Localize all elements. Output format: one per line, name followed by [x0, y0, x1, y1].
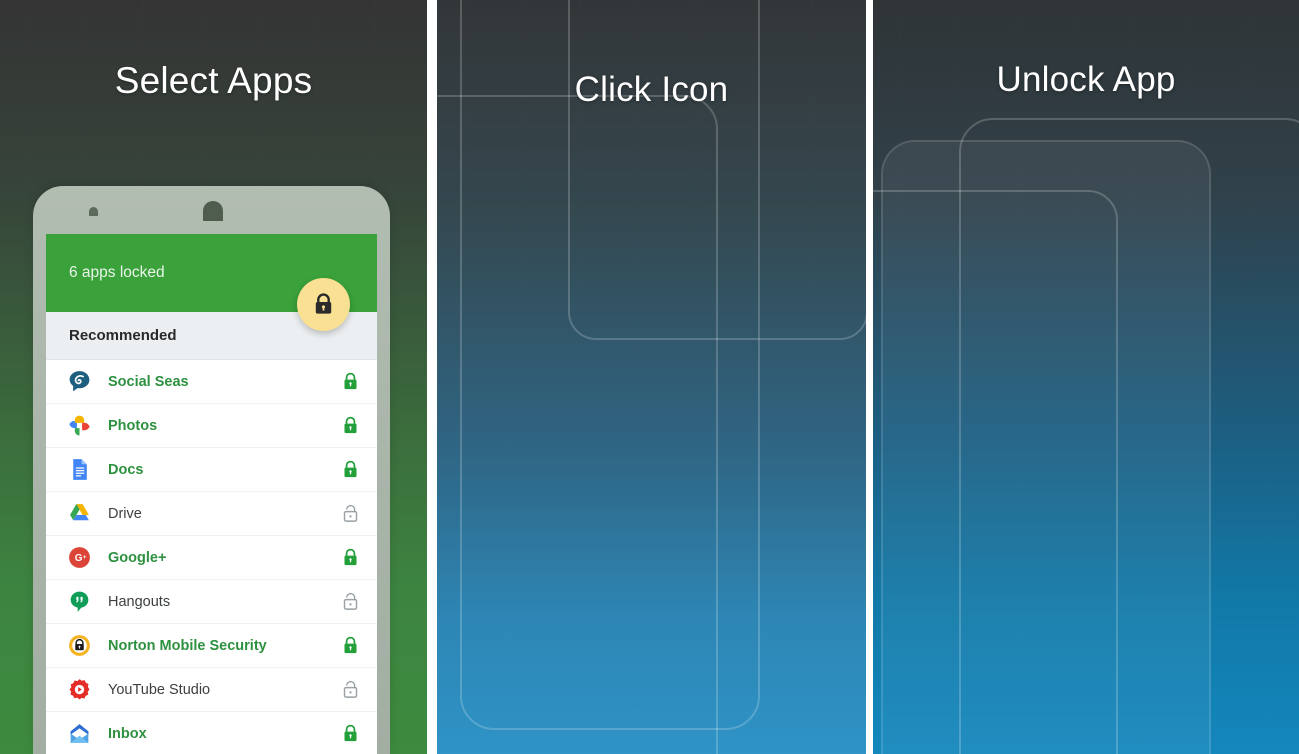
panel-click-headline: Click Icon: [574, 70, 729, 109]
svg-text:G: G: [75, 553, 83, 564]
panel-gap-2: [866, 0, 873, 754]
google-plus-icon: G +: [67, 545, 92, 570]
three-panel-promo: Select Apps 6 apps locked Recommended So…: [0, 0, 1299, 754]
section-header-label: Recommended: [69, 327, 177, 344]
google-drive-icon: [70, 504, 89, 521]
social-seas-icon: [67, 369, 92, 394]
social-seas-icon: [69, 371, 90, 392]
app-lock-toggle[interactable]: [340, 591, 360, 613]
inbox-icon: [70, 724, 89, 743]
lock-fab-button[interactable]: [297, 278, 350, 331]
app-lock-toggle[interactable]: [340, 415, 360, 437]
google-drive-icon: [67, 501, 92, 526]
lock-closed-icon: [343, 636, 357, 654]
app-name-label: Docs: [108, 461, 144, 478]
hangouts-icon: [67, 589, 92, 614]
panel-select-apps: Select Apps 6 apps locked Recommended So…: [0, 0, 427, 754]
lock-open-icon: [343, 680, 357, 698]
panel-unlock-headline: Unlock App: [996, 60, 1176, 99]
app-name-label: Google+: [108, 549, 167, 566]
app-list-row[interactable]: Social Seas: [46, 360, 377, 404]
inbox-icon: [67, 721, 92, 746]
app-name-label: Photos: [108, 417, 158, 434]
panel-gap-1: [427, 0, 437, 754]
google-docs-icon: [73, 459, 87, 480]
app-list-row[interactable]: Norton Mobile Security: [46, 624, 377, 668]
ghost-phone-outline-center: [568, 0, 866, 340]
ghost-phone-outline-back: [873, 190, 1118, 754]
lock-closed-icon: [343, 724, 357, 742]
app-name-label: Inbox: [108, 725, 147, 742]
google-plus-icon: G +: [69, 547, 90, 568]
youtube-studio-icon: [69, 679, 90, 700]
app-name-label: Norton Mobile Security: [108, 637, 267, 654]
google-photos-icon: [67, 413, 92, 438]
app-list-row[interactable]: G + Google+: [46, 536, 377, 580]
norton-icon: [67, 633, 92, 658]
app-name-label: Hangouts: [108, 593, 171, 610]
svg-text:+: +: [83, 554, 87, 561]
app-lock-toggle[interactable]: [340, 547, 360, 569]
lock-icon: [315, 293, 332, 314]
lock-closed-icon: [343, 372, 357, 390]
app-list-row[interactable]: Docs: [46, 448, 377, 492]
google-docs-icon: [67, 457, 92, 482]
app-lock-toggle[interactable]: [340, 679, 360, 701]
panel-click-icon: Click Icon: [437, 0, 866, 754]
lock-closed-icon: [343, 460, 357, 478]
app-name-label: Social Seas: [108, 373, 189, 390]
phone-device-select: 6 apps locked Recommended Social Seas Pho…: [33, 186, 390, 754]
hangouts-icon: [70, 591, 89, 612]
app-list-row[interactable]: Photos: [46, 404, 377, 448]
app-list-row[interactable]: Hangouts: [46, 580, 377, 624]
app-name-label: YouTube Studio: [108, 681, 211, 698]
app-lock-toggle[interactable]: [340, 503, 360, 525]
app-lock-toggle[interactable]: [340, 635, 360, 657]
panel-select-headline: Select Apps: [114, 60, 313, 101]
youtube-studio-icon: [67, 677, 92, 702]
app-list-row[interactable]: YouTube Studio: [46, 668, 377, 712]
google-photos-icon: [69, 415, 90, 436]
norton-icon: [69, 635, 90, 656]
panel-unlock-app: Unlock App Norton by Symantec: [873, 0, 1299, 754]
app-lock-toggle[interactable]: [340, 459, 360, 481]
front-camera-dot: [203, 201, 223, 221]
lock-open-icon: [343, 504, 357, 522]
app-list-row[interactable]: Inbox: [46, 712, 377, 754]
app-list-row[interactable]: Drive: [46, 492, 377, 536]
lock-open-icon: [343, 592, 357, 610]
app-lock-toggle[interactable]: [340, 723, 360, 745]
app-name-label: Drive: [108, 505, 142, 522]
lock-closed-icon: [343, 548, 357, 566]
lock-closed-icon: [343, 416, 357, 434]
front-sensor-dot: [89, 207, 98, 216]
app-lock-toggle[interactable]: [340, 371, 360, 393]
app-list: Social Seas Photos Docs Drive G + Google+ Hango…: [46, 360, 377, 754]
locked-count-label: 6 apps locked: [69, 264, 165, 281]
